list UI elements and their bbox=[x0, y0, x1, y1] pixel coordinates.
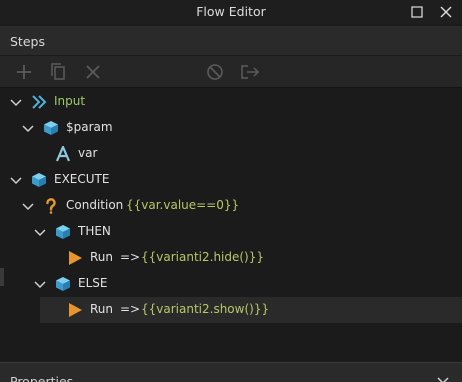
maximize-button[interactable] bbox=[408, 3, 426, 21]
run-arrow: => bbox=[120, 302, 141, 316]
disable-step-button[interactable] bbox=[204, 62, 226, 82]
copy-icon bbox=[51, 63, 65, 80]
text-type-icon bbox=[55, 146, 71, 162]
condition-expression: {{var.value==0}} bbox=[126, 198, 240, 212]
chevron-down-icon[interactable] bbox=[8, 94, 24, 110]
object-cube-icon bbox=[55, 224, 71, 240]
node-label-run: Run bbox=[90, 250, 114, 264]
node-label-var: var bbox=[78, 146, 98, 160]
delete-step-button[interactable] bbox=[82, 62, 104, 82]
export-step-button[interactable] bbox=[239, 62, 261, 82]
node-label-param: $param bbox=[66, 120, 113, 134]
steps-label: Steps bbox=[10, 34, 45, 49]
tree-node-run-show[interactable]: Run => {{varianti2.show()}} bbox=[40, 297, 462, 323]
node-label-else: ELSE bbox=[78, 276, 108, 290]
node-label-then: THEN bbox=[78, 224, 111, 238]
tree-node-then[interactable]: THEN bbox=[0, 219, 462, 245]
object-cube-icon bbox=[31, 172, 47, 188]
run-expression: {{varianti2.hide()}} bbox=[141, 250, 265, 264]
tree-node-input[interactable]: Input bbox=[0, 89, 462, 115]
node-label-condition: Condition bbox=[66, 198, 124, 212]
question-mark-icon bbox=[43, 198, 59, 214]
properties-panel-header[interactable]: Properties bbox=[0, 362, 462, 382]
title-bar: Flow Editor bbox=[0, 0, 462, 24]
node-label-run: Run bbox=[90, 302, 114, 316]
chevron-down-icon[interactable] bbox=[8, 172, 24, 188]
chevron-down-icon[interactable] bbox=[436, 374, 450, 382]
chevron-down-icon[interactable] bbox=[32, 276, 48, 292]
tree-node-execute[interactable]: EXECUTE bbox=[0, 167, 462, 193]
run-expression: {{varianti2.show()}} bbox=[141, 302, 270, 316]
steps-toolbar bbox=[0, 56, 462, 88]
run-play-icon bbox=[67, 250, 83, 266]
object-cube-icon bbox=[43, 120, 59, 136]
close-icon bbox=[440, 6, 452, 18]
object-cube-icon bbox=[55, 276, 71, 292]
delete-icon bbox=[86, 65, 100, 79]
maximize-icon bbox=[411, 6, 423, 18]
tree-node-param[interactable]: $param bbox=[0, 115, 462, 141]
add-icon bbox=[17, 65, 31, 79]
chevron-down-icon[interactable] bbox=[20, 120, 36, 136]
copy-step-button[interactable] bbox=[47, 62, 69, 82]
node-label-execute: EXECUTE bbox=[54, 172, 110, 186]
chevron-down-icon[interactable] bbox=[20, 198, 36, 214]
tree-node-run-hide[interactable]: Run => {{varianti2.hide()}} bbox=[0, 245, 462, 271]
input-double-chevron-icon bbox=[31, 94, 47, 110]
add-step-button[interactable] bbox=[13, 62, 35, 82]
tree-edge-marker bbox=[0, 268, 4, 286]
window-title: Flow Editor bbox=[196, 4, 266, 19]
export-icon bbox=[241, 65, 260, 79]
run-play-icon bbox=[67, 302, 83, 318]
run-arrow: => bbox=[120, 250, 141, 264]
tree-node-else[interactable]: ELSE bbox=[0, 271, 462, 297]
properties-label: Properties bbox=[10, 374, 74, 382]
chevron-down-icon[interactable] bbox=[32, 224, 48, 240]
steps-tree: Input $param var EXECUTE Condition {{var… bbox=[0, 89, 462, 361]
node-label-input: Input bbox=[54, 94, 86, 108]
steps-panel-header[interactable]: Steps bbox=[0, 27, 462, 55]
tree-node-var[interactable]: var bbox=[0, 141, 462, 167]
tree-node-condition[interactable]: Condition {{var.value==0}} bbox=[0, 193, 462, 219]
close-button[interactable] bbox=[437, 3, 455, 21]
disable-icon bbox=[207, 64, 223, 80]
